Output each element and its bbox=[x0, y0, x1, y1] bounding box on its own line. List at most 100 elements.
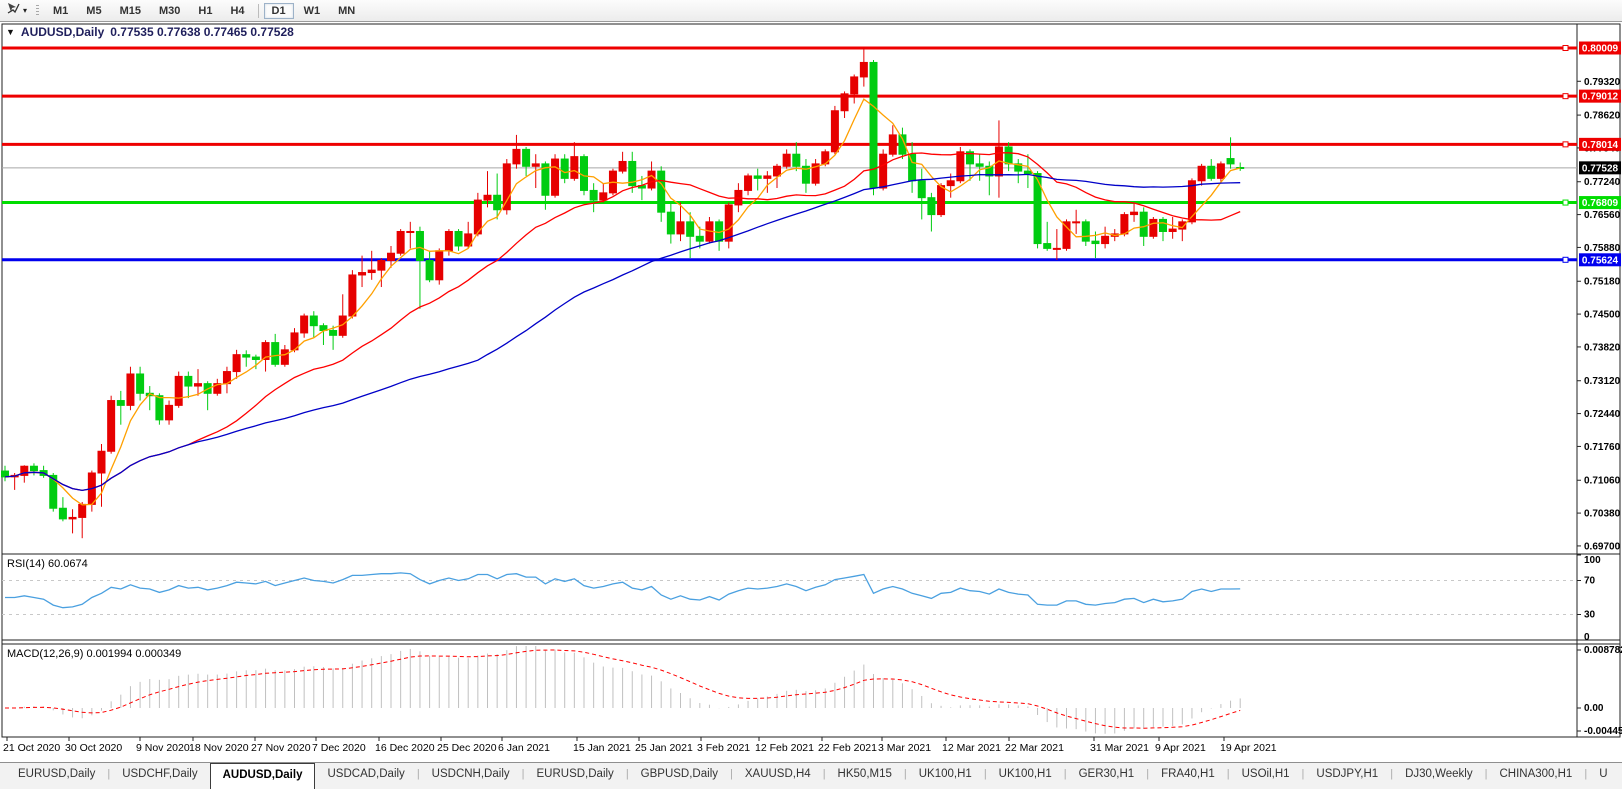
date-label: 18 Nov 2020 bbox=[189, 742, 249, 754]
candle bbox=[830, 105, 839, 155]
chart-tab-xauusd-h4[interactable]: XAUUSD,H4 bbox=[733, 765, 823, 787]
chart-pointer-icon bbox=[6, 1, 21, 21]
chart-tab-audusd-daily[interactable]: AUDUSD,Daily bbox=[209, 763, 316, 789]
timeframe-button-D1[interactable]: D1 bbox=[263, 2, 294, 19]
symbol-tabbar: EURUSD,Daily | USDCHF,Daily AUDUSD,Daily USD… bbox=[0, 762, 1622, 789]
date-label: 15 Jan 2021 bbox=[573, 742, 631, 754]
candle bbox=[348, 270, 357, 319]
line-handle[interactable] bbox=[1562, 141, 1569, 148]
date-label: 6 Jan 2021 bbox=[498, 742, 550, 754]
rsi-axis-label: 0 bbox=[1584, 632, 1590, 643]
svg-text:0.76809: 0.76809 bbox=[1582, 198, 1619, 209]
price-tick-label: 0.73820 bbox=[1584, 342, 1621, 353]
chart-border bbox=[1, 23, 1621, 738]
price-badge: 0.80009 bbox=[1579, 41, 1621, 55]
candle bbox=[1149, 217, 1158, 239]
chart-tab-usdjpy-h1[interactable]: USDJPY,H1 bbox=[1304, 765, 1390, 787]
chart-tab-gbpusd-daily[interactable]: GBPUSD,Daily bbox=[629, 765, 730, 787]
date-label: 25 Dec 2020 bbox=[437, 742, 497, 754]
candle bbox=[560, 154, 569, 184]
chevron-down-icon: ▾ bbox=[23, 5, 28, 15]
chart-tab-uk100-h1[interactable]: UK100,H1 bbox=[907, 765, 984, 787]
line-handle[interactable] bbox=[1562, 93, 1569, 100]
timeframe-button-W1[interactable]: W1 bbox=[296, 3, 329, 19]
date-label: 22 Mar 2021 bbox=[1005, 742, 1064, 754]
candle bbox=[869, 60, 878, 196]
candle bbox=[502, 159, 511, 215]
line-handle[interactable] bbox=[1562, 199, 1569, 206]
price-tick-label: 0.75880 bbox=[1584, 243, 1621, 254]
chart-tab-eurusd-daily[interactable]: EURUSD,Daily bbox=[524, 765, 625, 787]
svg-text:0.78014: 0.78014 bbox=[1582, 140, 1619, 151]
chart-tab-usdcnh-daily[interactable]: USDCNH,Daily bbox=[420, 765, 522, 787]
chart-tab-usdcad-daily[interactable]: USDCAD,Daily bbox=[315, 765, 416, 787]
candle bbox=[435, 248, 444, 285]
collapse-triangle-icon[interactable]: ▼ bbox=[6, 27, 15, 37]
timeframe-button-H1[interactable]: H1 bbox=[190, 3, 220, 19]
rsi-axis-label: 70 bbox=[1584, 576, 1596, 587]
rsi-axis-label: 30 bbox=[1584, 610, 1596, 621]
date-label: 31 Mar 2021 bbox=[1090, 742, 1149, 754]
date-label: 9 Apr 2021 bbox=[1155, 742, 1206, 754]
candle bbox=[396, 229, 405, 256]
chart-symbol-period: AUDUSD,Daily bbox=[20, 25, 105, 39]
price-badge: 0.76809 bbox=[1579, 196, 1621, 210]
price-badge: 0.75624 bbox=[1579, 253, 1621, 267]
line-handle[interactable] bbox=[1562, 45, 1569, 51]
timeframe-button-MN[interactable]: MN bbox=[330, 3, 363, 19]
chart-tab-usoil-h1[interactable]: USOil,H1 bbox=[1230, 765, 1302, 787]
timeframe-button-M15[interactable]: M15 bbox=[112, 3, 149, 19]
timeframe-button-H4[interactable]: H4 bbox=[222, 3, 252, 19]
candle bbox=[879, 149, 888, 191]
chart-tab-u[interactable]: U bbox=[1587, 765, 1619, 787]
chart-tab-eurusd-daily[interactable]: EURUSD,Daily bbox=[6, 765, 107, 787]
price-tick-label: 0.71760 bbox=[1584, 442, 1621, 453]
toolbar-separator bbox=[257, 3, 259, 18]
price-badge: 0.78014 bbox=[1579, 137, 1621, 151]
rsi-pane-label: RSI(14) 60.0674 bbox=[7, 558, 88, 570]
candle bbox=[1033, 171, 1042, 249]
chart-tab-dj30-weekly[interactable]: DJ30,Weekly bbox=[1393, 765, 1485, 787]
date-label: 12 Mar 2021 bbox=[942, 742, 1001, 754]
timeframe-button-M1[interactable]: M1 bbox=[45, 3, 76, 19]
candle bbox=[956, 146, 965, 184]
price-badge: 0.79012 bbox=[1579, 89, 1621, 103]
svg-text:0.80009: 0.80009 bbox=[1582, 44, 1619, 55]
macd-pane-label: MACD(12,26,9) 0.001994 0.000349 bbox=[7, 648, 181, 660]
price-tick-label: 0.76560 bbox=[1584, 210, 1621, 221]
date-label: 22 Feb 2021 bbox=[818, 742, 877, 754]
toolbar-grip bbox=[36, 4, 40, 17]
date-label: 12 Feb 2021 bbox=[755, 742, 814, 754]
date-label: 25 Jan 2021 bbox=[635, 742, 693, 754]
price-badge: 0.77528 bbox=[1579, 161, 1621, 175]
timeframe-button-M30[interactable]: M30 bbox=[151, 3, 188, 19]
chart-tab-ger30-h1[interactable]: GER30,H1 bbox=[1067, 765, 1147, 787]
date-label: 16 Dec 2020 bbox=[375, 742, 435, 754]
date-label: 3 Feb 2021 bbox=[697, 742, 750, 754]
date-label: 30 Oct 2020 bbox=[65, 742, 122, 754]
price-chart-svg[interactable]: 0.793200.786200.779400.772400.765600.758… bbox=[0, 22, 1622, 762]
chart-tab-uk100-h1[interactable]: UK100,H1 bbox=[987, 765, 1064, 787]
svg-text:0.79012: 0.79012 bbox=[1582, 92, 1619, 103]
chart-ohlc-values: 0.77535 0.77638 0.77465 0.77528 bbox=[110, 25, 294, 39]
price-tick-label: 0.77240 bbox=[1584, 177, 1621, 188]
chart-tab-hk50-m15[interactable]: HK50,M15 bbox=[826, 765, 904, 787]
line-handle[interactable] bbox=[1562, 256, 1569, 263]
date-label: 3 Mar 2021 bbox=[878, 742, 931, 754]
chart-window: 0.793200.786200.779400.772400.765600.758… bbox=[0, 22, 1622, 762]
price-tick-label: 0.69700 bbox=[1584, 541, 1621, 552]
top-toolbar: ▾ M1 M5 M15 M30 H1 H4 D1 W1 MN bbox=[0, 0, 1622, 22]
candle bbox=[724, 202, 733, 249]
chart-tab-china300-h1[interactable]: CHINA300,H1 bbox=[1487, 765, 1584, 787]
svg-text:0.75624: 0.75624 bbox=[1582, 255, 1619, 266]
chart-tab-usdchf-daily[interactable]: USDCHF,Daily bbox=[110, 765, 209, 787]
price-tick-label: 0.79320 bbox=[1584, 77, 1621, 88]
candle bbox=[174, 371, 183, 408]
timeframe-buttons: M1 M5 M15 M30 H1 H4 D1 W1 MN bbox=[44, 2, 364, 19]
price-tick-label: 0.72440 bbox=[1584, 409, 1621, 420]
price-tick-label: 0.74500 bbox=[1584, 310, 1621, 321]
chart-tab-fra40-h1[interactable]: FRA40,H1 bbox=[1149, 765, 1227, 787]
chart-pointer-tool[interactable]: ▾ bbox=[2, 1, 31, 21]
timeframe-button-M5[interactable]: M5 bbox=[78, 3, 109, 19]
date-label: 21 Oct 2020 bbox=[3, 742, 60, 754]
